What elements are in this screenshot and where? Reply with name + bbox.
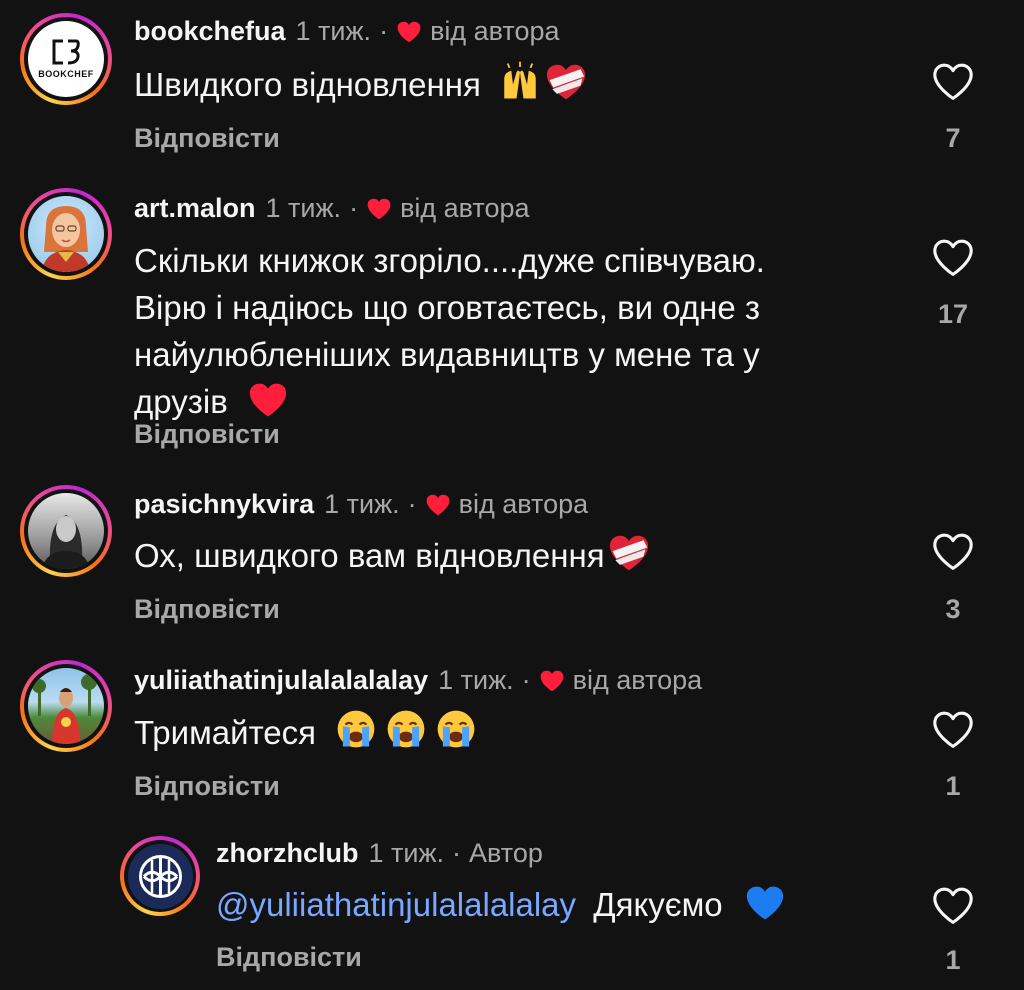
- author-like-heart-icon: [366, 197, 392, 221]
- mention-link[interactable]: @yuliiathatinjulalalalalay: [216, 886, 576, 923]
- reply-meta: zhorzhclub 1 тиж. · Автор: [216, 838, 543, 869]
- comment-text-line: Вірю і надіюсь що оговтаєтесь, ви одне з: [134, 289, 760, 326]
- loudly-crying-emoji: [435, 708, 477, 750]
- comment-meta: bookchefua 1 тиж. · від автора: [134, 16, 560, 47]
- loudly-crying-emoji: [335, 708, 377, 750]
- reply-button[interactable]: Відповісти: [134, 771, 280, 802]
- mending-heart-emoji: [607, 533, 651, 573]
- like-heart-icon[interactable]: [931, 62, 975, 102]
- avatar-gap: [124, 840, 196, 912]
- username[interactable]: zhorzhclub: [216, 838, 359, 869]
- comment-meta: pasichnykvira 1 тиж. · від автора: [134, 489, 588, 520]
- author-like-heart-icon: [425, 493, 451, 517]
- comment-meta: yuliiathatinjulalalalalay 1 тиж. · від а…: [134, 665, 702, 696]
- bw-portrait-icon: [42, 515, 90, 569]
- zhorzh-club-logo-avatar: [127, 843, 193, 909]
- comment-text-line: найулюбленіших видавництв у мене та у: [134, 336, 760, 373]
- username[interactable]: pasichnykvira: [134, 489, 314, 520]
- raising-hands-emoji: [498, 60, 542, 102]
- separator: ·: [521, 665, 531, 695]
- separator: ·: [349, 193, 359, 223]
- like-heart-icon[interactable]: [931, 710, 975, 750]
- outdoor-photo-avatar: [28, 668, 104, 744]
- timestamp: 1 тиж.: [324, 489, 400, 519]
- comment-text: Скільки книжок згоріло....дуже співчуваю…: [134, 237, 894, 425]
- username[interactable]: art.malon: [134, 193, 256, 224]
- comment-text-content: Швидкого відновлення: [134, 66, 481, 103]
- like-count: 7: [945, 123, 961, 153]
- avatar-gap: [24, 664, 108, 748]
- timestamp: 1 тиж.: [438, 665, 514, 695]
- reply-text-content: Дякуємо: [593, 886, 723, 923]
- reply-text: @yuliiathatinjulalalalalay Дякуємо: [216, 881, 976, 928]
- comment-text-line: Скільки книжок згоріло....дуже співчуваю…: [134, 242, 765, 279]
- comment-text: Швидкого відновлення: [134, 60, 894, 108]
- like-count: 1: [945, 771, 961, 801]
- avatar[interactable]: [20, 188, 112, 280]
- avatar[interactable]: [20, 485, 112, 577]
- username[interactable]: yuliiathatinjulalalalalay: [134, 665, 428, 696]
- bookchef-logo-icon: [52, 39, 80, 65]
- bookchef-logo-text: BOOKCHEF: [38, 69, 94, 79]
- author-like-heart-icon: [539, 669, 565, 693]
- like-count: 1: [945, 945, 961, 975]
- timestamp: 1 тиж.: [368, 838, 445, 868]
- timestamp: 1 тиж.: [295, 16, 372, 46]
- author-role-label: Автор: [469, 838, 543, 868]
- separator: ·: [379, 16, 389, 46]
- comment-text-line: друзів: [134, 383, 228, 420]
- like-heart-icon[interactable]: [931, 532, 975, 572]
- reply-button[interactable]: Відповісти: [134, 594, 280, 625]
- loudly-crying-emoji: [385, 708, 427, 750]
- separator: ·: [407, 489, 417, 519]
- comment-text-content: Тримайтеся: [134, 714, 317, 751]
- illustrated-woman-icon: [42, 206, 90, 272]
- avatar-gap: [24, 489, 108, 573]
- red-heart-emoji: [247, 381, 289, 419]
- avatar[interactable]: [20, 660, 112, 752]
- comment-text: Ох, швидкого вам відновлення: [134, 532, 894, 579]
- illustrated-woman-avatar: [28, 196, 104, 272]
- like-count: 17: [937, 299, 969, 329]
- comment-text: Тримайтеся: [134, 708, 894, 756]
- author-like-label: від автора: [430, 16, 560, 46]
- outdoor-portrait-icon: [32, 674, 97, 744]
- author-like-heart-icon: [396, 20, 422, 44]
- author-like-label: від автора: [458, 489, 589, 519]
- avatar-gap: [24, 192, 108, 276]
- like-heart-icon[interactable]: [931, 886, 975, 926]
- bw-photo-avatar: [28, 493, 104, 569]
- comment-meta: art.malon 1 тиж. · від автора: [134, 193, 530, 224]
- like-count: 3: [945, 594, 961, 624]
- like-heart-icon[interactable]: [931, 238, 975, 278]
- zhorzh-club-logo-icon: [138, 854, 182, 898]
- timestamp: 1 тиж.: [265, 193, 342, 223]
- avatar-gap: BOOKCHEF: [24, 17, 108, 101]
- author-like-label: від автора: [400, 193, 530, 223]
- comment-text-last-line: друзів: [134, 378, 894, 425]
- username[interactable]: bookchefua: [134, 16, 286, 47]
- reply-button[interactable]: Відповісти: [216, 942, 362, 973]
- reply-button[interactable]: Відповісти: [134, 419, 280, 450]
- comment-text-content: Ох, швидкого вам відновлення: [134, 537, 605, 574]
- blue-heart-emoji: [744, 884, 786, 922]
- mending-heart-emoji: [544, 62, 588, 102]
- author-like-label: від автора: [572, 665, 703, 695]
- avatar[interactable]: BOOKCHEF: [20, 13, 112, 105]
- reply-button[interactable]: Відповісти: [134, 123, 280, 154]
- separator: ·: [452, 838, 462, 868]
- avatar[interactable]: [120, 836, 200, 916]
- bookchef-logo-avatar: BOOKCHEF: [28, 21, 104, 97]
